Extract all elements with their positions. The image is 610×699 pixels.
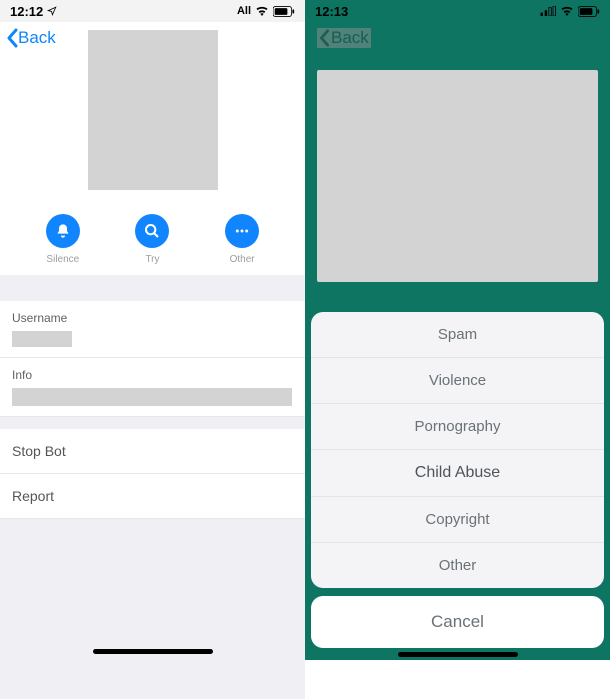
section-gap xyxy=(0,417,305,429)
try-action: Try xyxy=(117,214,187,265)
back-label: Back xyxy=(18,28,56,48)
sheet-item-pornography[interactable]: Pornography xyxy=(311,404,604,450)
try-button[interactable] xyxy=(135,214,169,248)
info-block: Info xyxy=(0,358,305,417)
silence-button[interactable] xyxy=(46,214,80,248)
try-label: Try xyxy=(145,254,159,265)
profile-header: Back xyxy=(0,22,305,202)
wifi-icon xyxy=(560,6,574,16)
action-row: Silence Try Other xyxy=(0,202,305,275)
phone-left: 12:12 All Back Silence Try xyxy=(0,0,305,660)
profile-avatar-placeholder xyxy=(88,30,218,190)
phone-right: 12:13 Back Spam Violence Pornography Chi… xyxy=(305,0,610,660)
back-button[interactable]: Back xyxy=(317,28,371,48)
other-label: Other xyxy=(230,254,255,265)
report-item[interactable]: Report xyxy=(0,474,305,519)
empty-area xyxy=(0,519,305,699)
status-bar: 12:13 xyxy=(305,0,610,22)
signal-icon xyxy=(540,6,556,16)
home-indicator[interactable] xyxy=(398,652,518,657)
battery-icon xyxy=(273,6,295,17)
info-label: Info xyxy=(12,368,293,382)
silence-action: Silence xyxy=(28,214,98,265)
action-sheet-wrapper: Spam Violence Pornography Child Abuse Co… xyxy=(305,306,610,660)
info-value-placeholder xyxy=(12,388,292,406)
home-indicator[interactable] xyxy=(93,649,213,654)
other-button[interactable] xyxy=(225,214,259,248)
carrier-text: All xyxy=(237,5,251,17)
section-gap xyxy=(0,275,305,301)
status-time: 12:13 xyxy=(315,4,348,19)
bell-icon xyxy=(55,223,71,239)
sheet-item-violence[interactable]: Violence xyxy=(311,358,604,404)
wifi-icon xyxy=(255,6,269,16)
search-icon xyxy=(144,223,160,239)
battery-icon xyxy=(578,6,600,17)
chevron-left-icon xyxy=(319,29,331,47)
stop-bot-item[interactable]: Stop Bot xyxy=(0,429,305,474)
other-action: Other xyxy=(207,214,277,265)
report-action-sheet: Spam Violence Pornography Child Abuse Co… xyxy=(311,312,604,588)
right-header: Back xyxy=(305,22,610,58)
cancel-button[interactable]: Cancel xyxy=(311,596,604,648)
more-icon xyxy=(234,223,250,239)
status-time: 12:12 xyxy=(10,4,43,19)
back-button[interactable]: Back xyxy=(6,28,56,48)
back-label: Back xyxy=(331,28,369,48)
username-label: Username xyxy=(12,311,293,325)
username-value-placeholder xyxy=(12,331,72,347)
silence-label: Silence xyxy=(46,254,79,265)
sheet-item-copyright[interactable]: Copyright xyxy=(311,497,604,543)
username-block: Username xyxy=(0,301,305,358)
sheet-item-spam[interactable]: Spam xyxy=(311,312,604,358)
location-arrow-icon xyxy=(47,6,57,16)
sheet-item-other[interactable]: Other xyxy=(311,543,604,588)
status-bar: 12:12 All xyxy=(0,0,305,22)
image-placeholder xyxy=(317,70,598,282)
sheet-item-child-abuse[interactable]: Child Abuse xyxy=(311,450,604,497)
